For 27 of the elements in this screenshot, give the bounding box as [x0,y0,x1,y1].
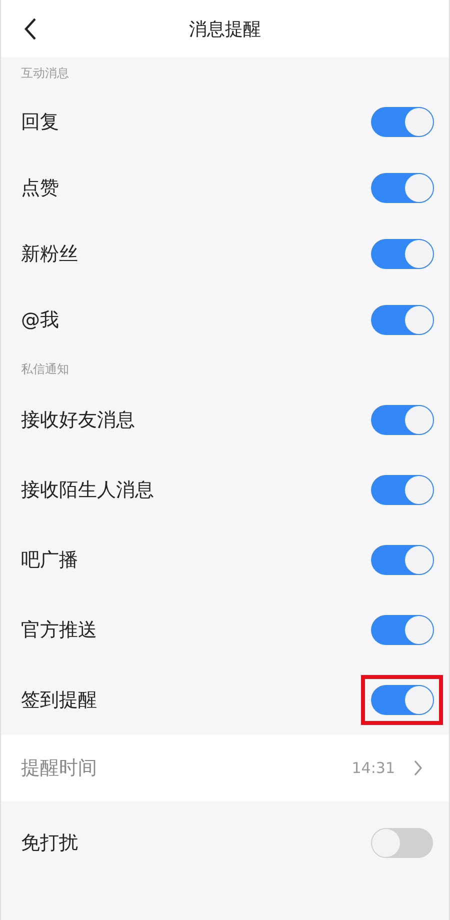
setting-label: 点赞 [21,176,60,201]
setting-label: 接收陌生人消息 [21,478,155,503]
setting-label: 吧广播 [21,548,79,573]
setting-label: 提醒时间 [21,756,98,781]
section-title: 互动消息 [21,64,69,82]
toggle-switch[interactable] [371,173,433,203]
chevron-right-icon[interactable] [413,759,423,777]
time-value: 14:31 [352,759,395,777]
page-title: 消息提醒 [189,18,261,40]
toggle-switch[interactable] [371,615,433,645]
toggle-switch[interactable] [371,239,433,269]
toggle-switch[interactable] [371,545,433,575]
toggle-switch[interactable] [371,475,433,505]
setting-label: 新粉丝 [21,242,79,267]
setting-label: 签到提醒 [21,688,98,713]
toggle-switch[interactable] [371,405,433,435]
setting-label: 接收好友消息 [21,408,136,433]
back-icon[interactable] [23,17,37,41]
toggle-switch[interactable] [371,305,433,335]
setting-label: 回复 [21,110,60,135]
setting-label: 官方推送 [21,618,98,643]
setting-label: @我 [21,308,60,333]
setting-label: 免打扰 [21,831,79,856]
toggle-switch[interactable] [371,828,433,858]
section-title: 私信通知 [21,360,69,378]
toggle-switch[interactable] [371,685,433,715]
toggle-switch[interactable] [371,107,433,137]
